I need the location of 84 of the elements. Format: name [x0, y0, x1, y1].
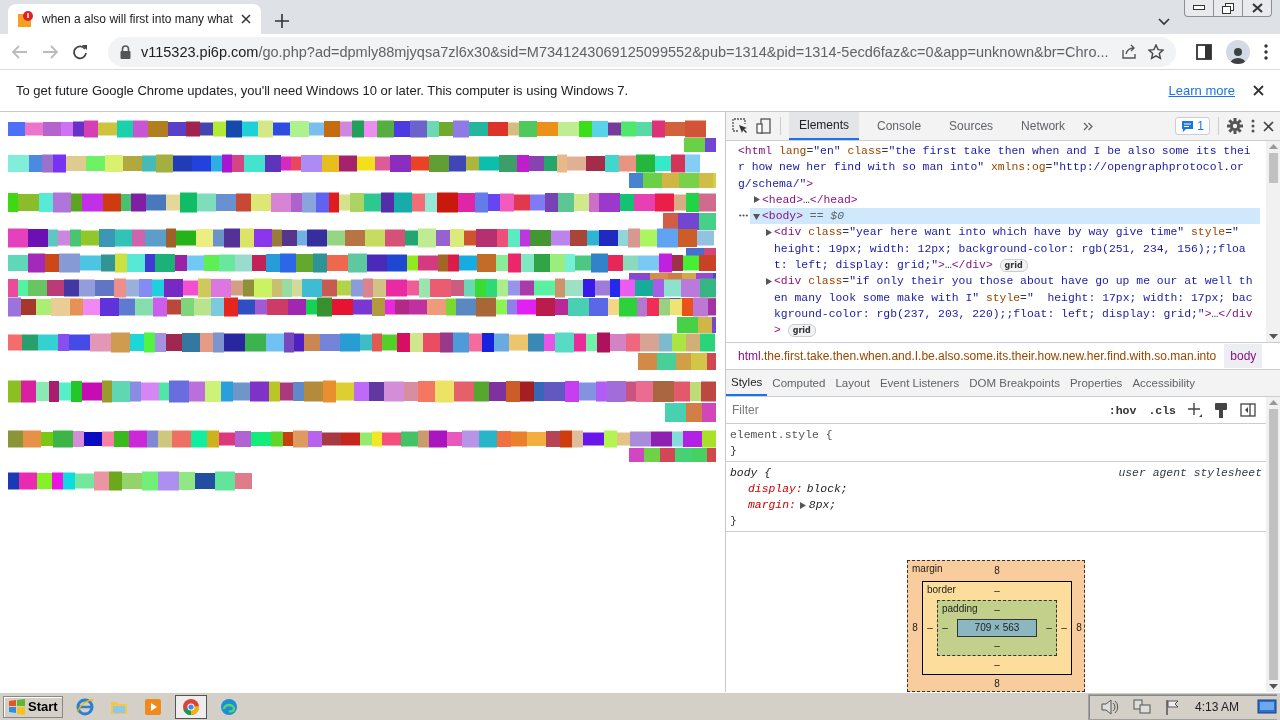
dom-node-code[interactable]: <div class="if only their you those about have go up me our at well then many look some make with I" style=" height: 17px; width: 17px; background-color: rgb(237, 203, 220);;float: left; display: grid;">…</div> grid — [774, 273, 1260, 339]
tab-title: when a also will first into many what — [42, 12, 233, 26]
menu-icon[interactable] — [1264, 43, 1268, 60]
close-icon — [1251, 3, 1263, 13]
scrollbar[interactable] — [1266, 141, 1280, 342]
styles-pane-tab[interactable]: Styles — [726, 370, 768, 396]
favicon-icon — [18, 11, 34, 27]
expanded-triangle-icon[interactable] — [752, 212, 760, 220]
rule-source: user agent stylesheet — [1118, 466, 1262, 481]
dom-node-code[interactable]: <head>…</head> — [762, 191, 1260, 209]
start-button[interactable]: Start — [3, 695, 63, 718]
browser-tab[interactable]: when a also will first into many what — [8, 4, 261, 34]
profile-avatar[interactable] — [1226, 39, 1250, 64]
closing-brace: } — [730, 444, 738, 459]
speaker-icon[interactable] — [1100, 698, 1119, 715]
scrollbar-thumb[interactable] — [1268, 409, 1278, 680]
styles-pane-tab[interactable]: DOM Breakpoints — [964, 370, 1065, 396]
closing-brace: } — [730, 514, 738, 529]
breadcrumb-item[interactable]: body — [1224, 344, 1263, 368]
styles-pane-tab[interactable]: Properties — [1064, 370, 1128, 396]
breadcrumb-item[interactable]: html.the.first.take.then.when.and.I.be.also.some.its.their.how.new.her.find.with.so.man.into — [732, 344, 1223, 368]
scroll-down-icon[interactable] — [1268, 684, 1278, 689]
scroll-down-icon[interactable] — [1268, 334, 1278, 339]
url-text: v115323.pi6p.com/go.php?ad=dpmly88mjyqsa7zl6x30&sid=M7341243069125099552&pub=1314&pid=1314-5ecd6faz&c=0&app=unknown&br=Chro... — [141, 43, 1110, 60]
collapsed-triangle-icon[interactable] — [764, 277, 772, 285]
css-property-name: margin: — [748, 498, 796, 513]
reload-icon[interactable] — [72, 43, 88, 60]
close-icon[interactable] — [1263, 120, 1274, 132]
chat-icon — [1181, 120, 1195, 132]
star-icon[interactable] — [1148, 43, 1164, 60]
devtools-tab[interactable]: Elements — [789, 112, 860, 140]
dom-node-code[interactable]: <div class="year here want into which have by way give time" style=" height: 19px; width: 12px; background-color: rgb(251, 234, 156);;float: left; display: grid;">…</div> grid — [774, 224, 1260, 274]
inspect-icon[interactable] — [732, 118, 748, 134]
settings-icon[interactable] — [1227, 118, 1243, 134]
css-property-value: 8px; — [808, 498, 837, 513]
update-message: To get future Google Chrome updates, you'll need Windows 10 or later. This computer is using Windows 7. — [16, 83, 630, 98]
show-desktop-icon[interactable] — [1257, 697, 1277, 716]
close-icon[interactable] — [240, 14, 251, 24]
toggle-button[interactable]: .cls — [1148, 403, 1176, 417]
toggle-button[interactable]: :hov — [1108, 403, 1137, 417]
network-icon[interactable] — [1132, 698, 1151, 715]
minimize-icon — [1193, 5, 1205, 11]
margin-box: margin 8 8 border – – padding – – 709 × 563 – – – – 8 8 — [907, 560, 1085, 692]
more-tabs-icon[interactable] — [1083, 121, 1094, 131]
menu-icon[interactable] — [1251, 119, 1255, 133]
share-icon[interactable] — [1122, 44, 1138, 59]
side-panel-icon[interactable] — [1196, 43, 1212, 60]
styles-pane-tab[interactable]: Event Listeners — [874, 370, 965, 396]
styles-pane-tab[interactable]: Accessibility — [1127, 370, 1200, 396]
windows-logo-icon — [8, 698, 26, 715]
dom-node-code[interactable]: <html lang="en" class="the first take then when and I be also some its their how new her find with so man into" xmlns:og="http://opengraphprotocol.org/schema/"> — [738, 143, 1260, 192]
padding-box: padding – – 709 × 563 – – — [937, 599, 1057, 656]
paint-roller-icon[interactable] — [1214, 402, 1228, 418]
devtools-tab[interactable]: Network — [1011, 112, 1076, 140]
address-bar[interactable]: v115323.pi6p.com/go.php?ad=dpmly88mjyqsa7zl6x30&sid=M7341243069125099552&pub=1314&pid=1314-5ecd6faz&c=0&app=unknown&br=Chro... — [108, 36, 1176, 67]
border-box: border – – padding – – 709 × 563 – – – – — [922, 580, 1072, 675]
learn-more-link[interactable]: Learn more — [1168, 83, 1235, 98]
scrollbar[interactable] — [1266, 397, 1280, 692]
css-property-name: display: — [748, 482, 803, 497]
restore-icon — [1222, 2, 1234, 14]
chrome-taskbar-icon[interactable] — [174, 694, 207, 719]
add-rule-icon[interactable] — [1188, 403, 1202, 417]
css-property-value: block; — [806, 482, 848, 497]
expand-triangle-icon[interactable] — [799, 501, 806, 509]
lock-icon — [120, 44, 131, 59]
content-box: 709 × 563 — [957, 618, 1037, 637]
css-selector: element.style { — [730, 428, 833, 443]
issues-counter[interactable]: 1 — [1175, 117, 1210, 135]
clock[interactable]: 4:13 AM — [1194, 699, 1239, 714]
scrollbar-thumb[interactable] — [1268, 153, 1278, 183]
collapsed-triangle-icon[interactable] — [752, 196, 760, 204]
chevron-down-icon[interactable] — [1158, 18, 1170, 26]
collapsed-triangle-icon[interactable] — [764, 229, 772, 236]
sidebar-toggle-icon[interactable] — [1240, 403, 1256, 417]
css-selector: body { — [730, 466, 771, 481]
more-icon[interactable] — [739, 214, 748, 218]
devtools-tab[interactable]: Sources — [939, 112, 1004, 140]
flag-icon[interactable] — [1164, 698, 1181, 715]
new-tab-icon[interactable] — [274, 14, 289, 28]
styles-pane-tab[interactable]: Layout — [830, 370, 875, 396]
close-icon[interactable] — [1253, 85, 1264, 96]
styles-pane-tab[interactable]: Computed — [767, 370, 831, 396]
devtools-tab[interactable]: Console — [867, 112, 932, 140]
device-toolbar-icon[interactable] — [756, 118, 772, 134]
